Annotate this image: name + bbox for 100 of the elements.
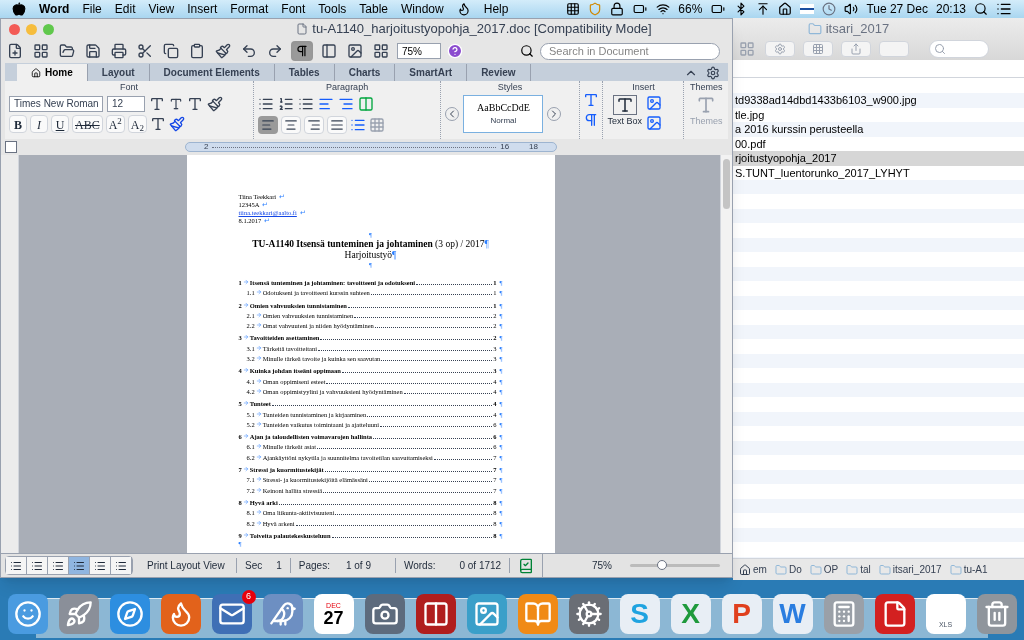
- clock-icon[interactable]: [822, 2, 837, 16]
- new-document-icon[interactable]: [7, 43, 23, 59]
- menu-item[interactable]: View: [148, 0, 175, 18]
- menu-date[interactable]: Tue 27 Dec: [866, 0, 928, 18]
- style-preview[interactable]: AaBbCcDdE Normal: [463, 94, 544, 133]
- photo-camera-icon[interactable]: [466, 594, 507, 634]
- menu-item[interactable]: Word: [39, 0, 70, 18]
- save-icon[interactable]: [85, 43, 101, 59]
- styles-pane-icon[interactable]: [583, 92, 600, 108]
- font-size-select[interactable]: 12: [107, 95, 145, 112]
- smiling-face-icon[interactable]: [7, 594, 48, 634]
- align-button[interactable]: [303, 115, 324, 134]
- app-letter-icon[interactable]: W: [772, 594, 813, 634]
- document-icon[interactable]: [874, 594, 915, 634]
- app-letter-icon[interactable]: P: [721, 594, 762, 634]
- menu-item[interactable]: Help: [483, 0, 509, 18]
- change-case-icon[interactable]: [187, 95, 203, 112]
- bird-stamp-icon[interactable]: [262, 594, 303, 634]
- menu-item[interactable]: Table: [359, 0, 389, 18]
- path-item[interactable]: tu-A1: [963, 562, 988, 577]
- video-camera-icon[interactable]: [364, 594, 405, 634]
- menu-item[interactable]: Format: [230, 0, 269, 18]
- format-button[interactable]: I: [30, 114, 48, 133]
- rocket-icon[interactable]: [58, 594, 99, 634]
- format-button[interactable]: B: [9, 114, 27, 133]
- menu-time[interactable]: 20:13: [935, 0, 966, 18]
- menu-item[interactable]: File: [82, 0, 102, 18]
- settings-icon[interactable]: [706, 66, 720, 80]
- close-button[interactable]: [9, 23, 20, 35]
- path-item[interactable]: itsari_2017: [892, 562, 942, 577]
- open-book-icon[interactable]: [517, 594, 558, 634]
- search-field[interactable]: Search in Document: [540, 42, 720, 60]
- view-button[interactable]: [6, 557, 27, 574]
- apple-icon[interactable]: [12, 2, 26, 16]
- printer-icon[interactable]: [111, 43, 127, 59]
- battery-icon[interactable]: [710, 2, 727, 16]
- menu-item[interactable]: Tools: [318, 0, 347, 18]
- path-item[interactable]: Do: [788, 562, 802, 577]
- trash-icon[interactable]: [976, 594, 1017, 634]
- highlight-icon[interactable]: [169, 115, 186, 132]
- open-folder-icon[interactable]: [59, 43, 75, 59]
- scroll-thumb[interactable]: [723, 159, 730, 209]
- menu-item[interactable]: Edit: [114, 0, 136, 18]
- lock-icon[interactable]: [610, 2, 625, 16]
- search-field[interactable]: [929, 40, 989, 58]
- picture-icon[interactable]: [645, 114, 662, 131]
- align-button[interactable]: [257, 115, 278, 134]
- wifi-icon[interactable]: [656, 2, 671, 16]
- paintbrush-icon[interactable]: [215, 43, 231, 59]
- format-button[interactable]: U: [51, 114, 69, 133]
- shrink-font-icon[interactable]: [169, 96, 183, 111]
- path-item[interactable]: tal: [860, 562, 871, 577]
- shape-icon[interactable]: [645, 94, 662, 111]
- path-item[interactable]: em: [753, 562, 767, 577]
- search-icon[interactable]: [974, 2, 988, 16]
- pilcrow-toggle[interactable]: [291, 41, 313, 61]
- clear-format-icon[interactable]: [207, 95, 223, 112]
- font-name-select[interactable]: Times New Roman: [9, 95, 103, 112]
- eject-icon[interactable]: [756, 2, 771, 16]
- file-row[interactable]: rjoitustyopohja_2017: [733, 151, 1024, 166]
- house-icon[interactable]: [778, 2, 793, 16]
- volume-icon[interactable]: [844, 2, 859, 16]
- numbering-icon[interactable]: [277, 95, 294, 112]
- copy-icon[interactable]: [163, 43, 179, 59]
- help-icon[interactable]: [447, 43, 463, 59]
- gears-icon[interactable]: [568, 594, 609, 634]
- proofing-icon[interactable]: [518, 557, 535, 574]
- search-icon[interactable]: [520, 44, 534, 58]
- grow-font-icon[interactable]: [149, 95, 165, 112]
- zoom-select[interactable]: 75%: [397, 43, 441, 59]
- text-box-button[interactable]: Text Box: [607, 94, 642, 128]
- media-icon[interactable]: [373, 43, 389, 59]
- view-button[interactable]: [69, 557, 90, 574]
- menu-item[interactable]: Window: [401, 0, 444, 18]
- menu-item[interactable]: Insert: [187, 0, 218, 18]
- flag-icon[interactable]: [800, 4, 815, 14]
- format-button[interactable]: A$_{2}$: [127, 114, 148, 133]
- font-color-icon[interactable]: [150, 115, 167, 132]
- calculator-icon[interactable]: [823, 594, 864, 634]
- path-item[interactable]: OP: [823, 562, 839, 577]
- clipboard-icon[interactable]: [189, 43, 205, 59]
- sidebar-icon[interactable]: [321, 43, 337, 59]
- picture-icon[interactable]: [347, 43, 363, 59]
- undo-icon[interactable]: [241, 43, 257, 59]
- list-icon[interactable]: [996, 1, 1012, 17]
- zoom-slider-thumb[interactable]: [656, 560, 667, 570]
- scissors-icon[interactable]: [137, 43, 153, 59]
- redo-icon[interactable]: [267, 43, 283, 59]
- align-button[interactable]: [280, 115, 301, 134]
- ribbon-tab[interactable]: Home: [17, 64, 88, 81]
- tab-selector[interactable]: [5, 141, 17, 153]
- align-button[interactable]: [326, 115, 347, 134]
- compass-icon[interactable]: [109, 594, 150, 634]
- columns-icon[interactable]: [357, 95, 374, 112]
- file-row[interactable]: td9338ad14dbd1433b6103_w900.jpg: [733, 93, 1024, 108]
- format-button[interactable]: ABC: [72, 114, 103, 133]
- file-row[interactable]: a 2016 kurssin perusteella: [733, 122, 1024, 137]
- menu-item[interactable]: Font: [281, 0, 306, 18]
- format-button[interactable]: A$^{2}$: [105, 114, 125, 133]
- gallery-icon[interactable]: [33, 43, 49, 59]
